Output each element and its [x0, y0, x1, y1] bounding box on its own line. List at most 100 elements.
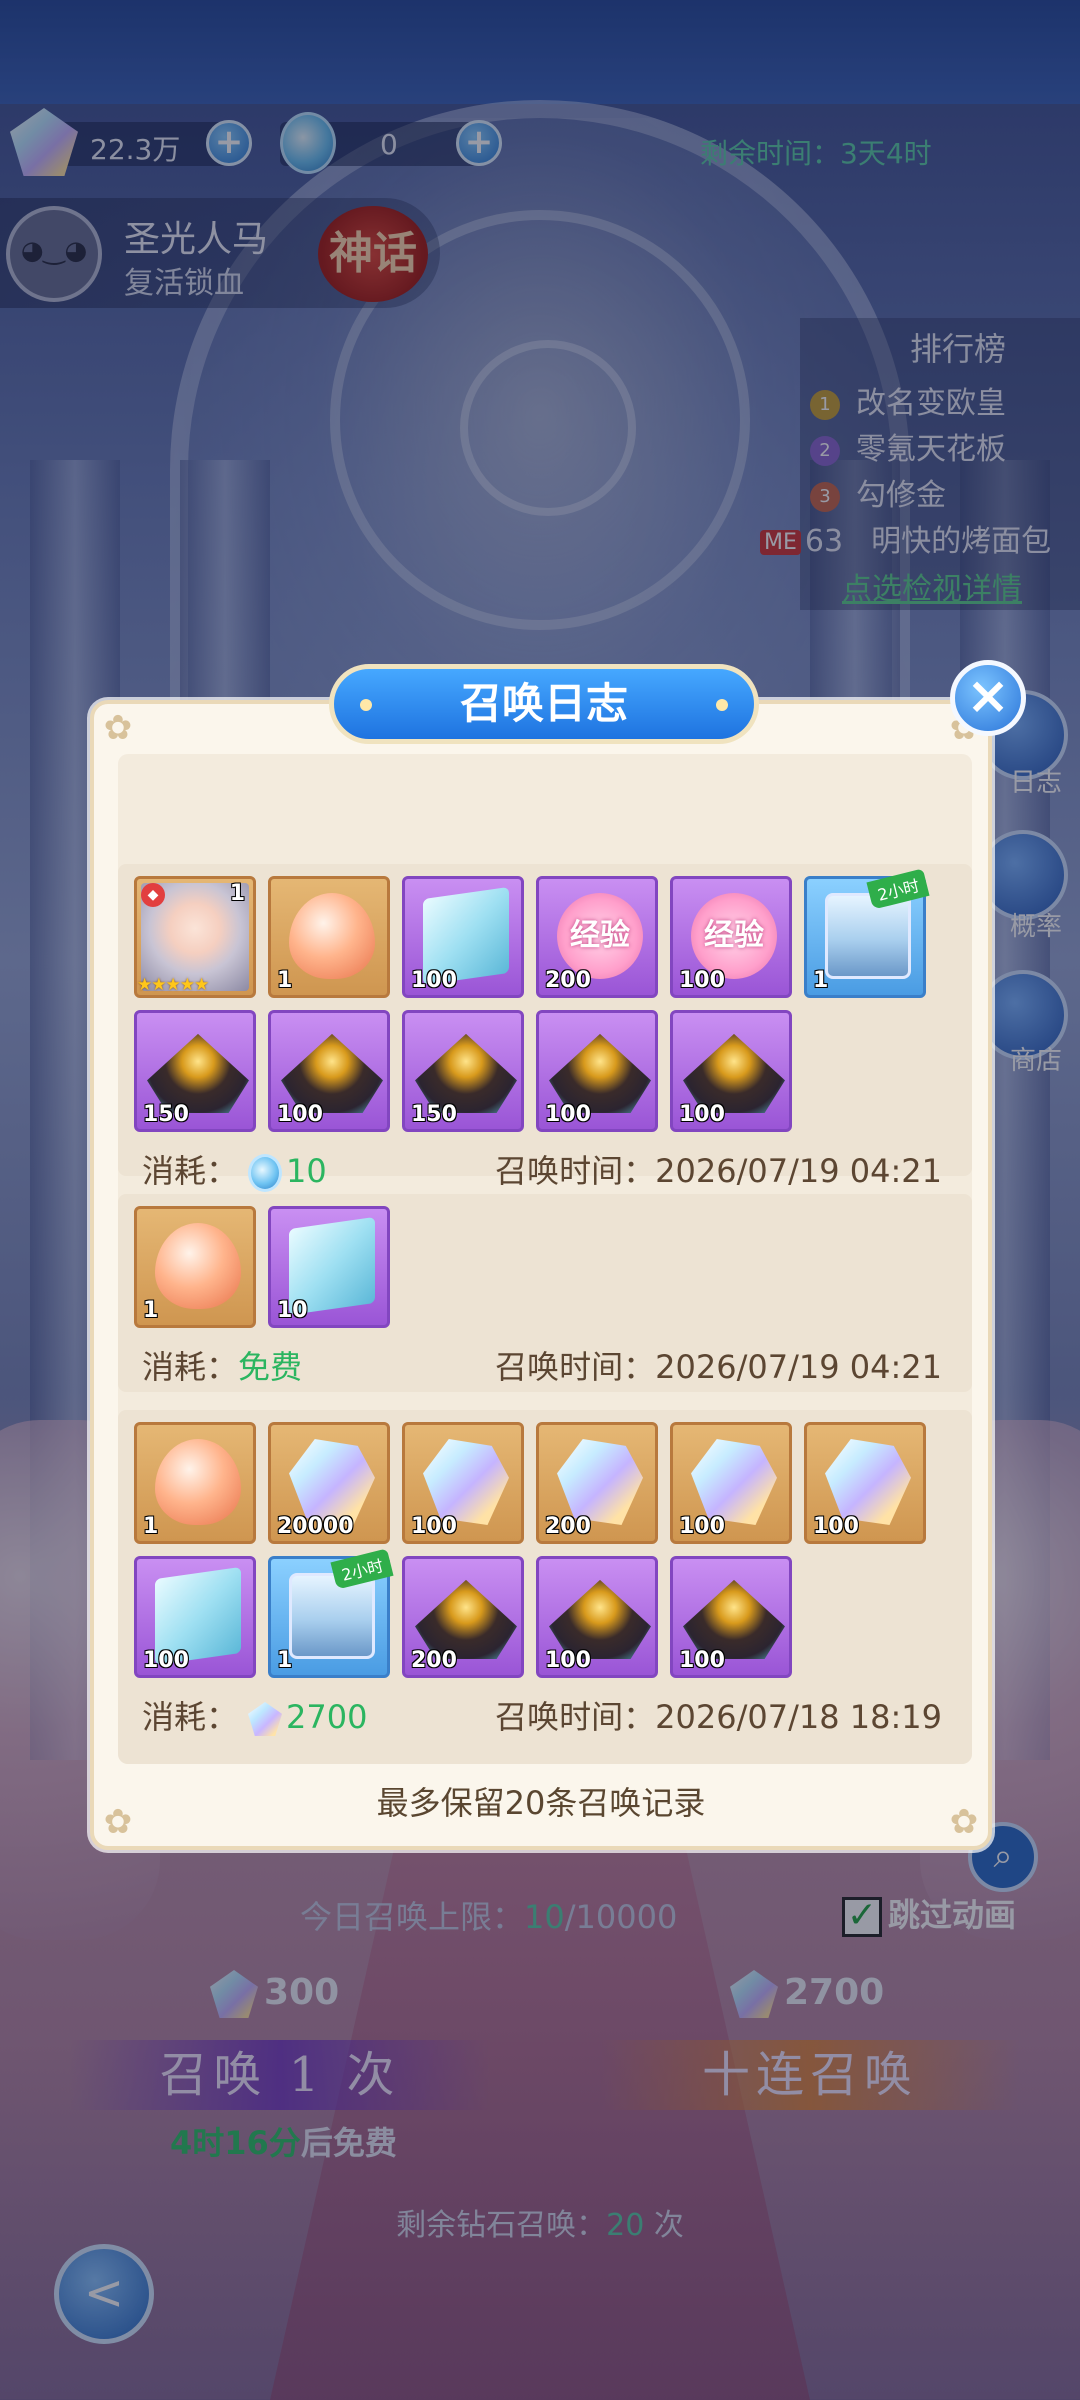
item-quantity: 100	[143, 1648, 189, 1673]
reward-item-book[interactable]: 100	[134, 1556, 256, 1678]
reward-item-book[interactable]: 10	[268, 1206, 390, 1328]
cost-value: 10	[286, 1152, 327, 1190]
item-quantity: 1	[143, 1298, 159, 1323]
reward-item-ore[interactable]: 100	[670, 1556, 792, 1678]
close-icon[interactable]: ×	[950, 660, 1026, 736]
summon-log-meta: 消耗： 10 召唤时间：2026/07/19 04:21	[142, 1146, 952, 1196]
summon-ticket-icon	[248, 1154, 283, 1192]
cost-label: 消耗：	[142, 1152, 239, 1190]
item-quantity: 100	[679, 968, 725, 993]
reward-item-ore[interactable]: 100	[268, 1010, 390, 1132]
ore-icon	[683, 1579, 785, 1659]
item-quantity: 10	[277, 1298, 308, 1323]
modal-title: 召唤日志	[459, 679, 628, 728]
cost-label: 消耗：	[142, 1348, 239, 1386]
item-quantity: 1	[277, 968, 293, 993]
egg-icon	[155, 1439, 241, 1525]
summon-time-label: 召唤时间：	[495, 1698, 656, 1736]
summon-log-modal: ✿ ✿ ✿ ✿ 召唤日志 × ◆★★★★★11100经验200经验1002小时1…	[90, 660, 1026, 1850]
ore-icon	[415, 1579, 517, 1659]
egg-icon	[155, 1223, 241, 1309]
summon-time: 召唤时间：2026/07/18 18:19	[495, 1692, 942, 1738]
star-rating: ★★★★★	[137, 975, 209, 995]
ore-icon	[415, 1033, 517, 1113]
item-quantity: 150	[143, 1102, 189, 1127]
reward-item-ore[interactable]: 200	[402, 1556, 524, 1678]
ore-icon	[549, 1033, 651, 1113]
gem-icon	[691, 1439, 777, 1525]
item-quantity: 100	[679, 1648, 725, 1673]
reward-item-gem[interactable]: 20000	[268, 1422, 390, 1544]
chest-icon	[289, 1573, 375, 1659]
item-quantity: 1	[143, 1514, 159, 1539]
duration-tag: 2小时	[866, 868, 930, 910]
item-quantity: 200	[545, 1514, 591, 1539]
reward-item-hero[interactable]: ◆ ★★★★★ 1	[134, 876, 256, 998]
gem-icon	[423, 1439, 509, 1525]
duration-tag: 2小时	[330, 1548, 394, 1590]
ore-icon	[281, 1033, 383, 1113]
chest-icon	[825, 893, 911, 979]
modal-title-banner: 召唤日志	[329, 664, 759, 744]
reward-item-ore[interactable]: 150	[134, 1010, 256, 1132]
title-ornament	[360, 699, 372, 711]
reward-item-ore[interactable]: 100	[670, 1010, 792, 1132]
reward-item-egg[interactable]: 1	[134, 1206, 256, 1328]
ore-icon	[147, 1033, 249, 1113]
summon-log-meta: 消耗：免费 召唤时间：2026/07/19 04:21	[142, 1342, 952, 1392]
summon-time: 召唤时间：2026/07/19 04:21	[495, 1342, 942, 1388]
cost-label: 消耗：	[142, 1698, 239, 1736]
item-quantity: 200	[545, 968, 591, 993]
summon-log-entry: 1 10 消耗：免费 召唤时间：2026/07/19 04:21	[118, 1194, 972, 1392]
summon-time-label: 召唤时间：	[495, 1348, 656, 1386]
cost-value: 2700	[286, 1698, 368, 1736]
cost-value: 免费	[238, 1348, 303, 1386]
exp-icon: 经验	[557, 893, 643, 979]
item-quantity: 100	[813, 1514, 859, 1539]
item-quantity: 100	[411, 1514, 457, 1539]
egg-icon	[289, 893, 375, 979]
reward-item-gem[interactable]: 100	[402, 1422, 524, 1544]
summon-log-entry: ◆ ★★★★★ 1 1 100 经验 200 经验 100 2小时 1 150 100 150 100 100…	[118, 864, 972, 1192]
item-quantity: 20000	[277, 1514, 354, 1539]
item-quantity: 1	[277, 1648, 293, 1673]
gem-icon	[825, 1439, 911, 1525]
summon-time-value: 2026/07/19 04:21	[655, 1348, 942, 1386]
item-quantity: 1	[229, 881, 245, 906]
gem-icon	[289, 1439, 375, 1525]
reward-item-gem[interactable]: 100	[804, 1422, 926, 1544]
item-quantity: 100	[679, 1102, 725, 1127]
item-quantity: 100	[545, 1648, 591, 1673]
item-quantity: 200	[411, 1648, 457, 1673]
reward-item-ore[interactable]: 100	[536, 1010, 658, 1132]
reward-item-ore[interactable]: 150	[402, 1010, 524, 1132]
reward-item-ore[interactable]: 100	[536, 1556, 658, 1678]
reward-item-exp[interactable]: 经验 100	[670, 876, 792, 998]
ore-icon	[683, 1033, 785, 1113]
reward-item-chest[interactable]: 2小时 1	[268, 1548, 394, 1678]
item-quantity: 150	[411, 1102, 457, 1127]
summon-time-label: 召唤时间：	[495, 1152, 656, 1190]
item-quantity: 100	[679, 1514, 725, 1539]
title-ornament	[716, 699, 728, 711]
reward-item-book[interactable]: 100	[402, 876, 524, 998]
reward-item-gem[interactable]: 200	[536, 1422, 658, 1544]
reward-item-egg[interactable]: 1	[134, 1422, 256, 1544]
reward-item-gem[interactable]: 100	[670, 1422, 792, 1544]
item-quantity: 1	[813, 968, 829, 993]
summon-log-meta: 消耗： 2700 召唤时间：2026/07/18 18:19	[142, 1692, 952, 1742]
reward-item-egg[interactable]: 1	[268, 876, 390, 998]
diamond-icon	[248, 1702, 283, 1736]
ore-icon	[549, 1579, 651, 1659]
item-quantity: 100	[545, 1102, 591, 1127]
summon-log-list[interactable]: ◆ ★★★★★ 1 1 100 经验 200 经验 100 2小时 1 150 100 150 100 100…	[118, 754, 972, 1764]
summon-log-entry: 1 20000 100 200 100 100 100 2小时 1 200 100 100 消耗： 270…	[118, 1410, 972, 1764]
item-quantity: 100	[411, 968, 457, 993]
reward-item-chest[interactable]: 2小时 1	[804, 868, 930, 998]
corner-ornament: ✿	[103, 708, 133, 748]
gem-icon	[557, 1439, 643, 1525]
exp-icon: 经验	[691, 893, 777, 979]
summon-time: 召唤时间：2026/07/19 04:21	[495, 1146, 942, 1192]
reward-item-exp[interactable]: 经验 200	[536, 876, 658, 998]
summon-time-value: 2026/07/19 04:21	[655, 1152, 942, 1190]
